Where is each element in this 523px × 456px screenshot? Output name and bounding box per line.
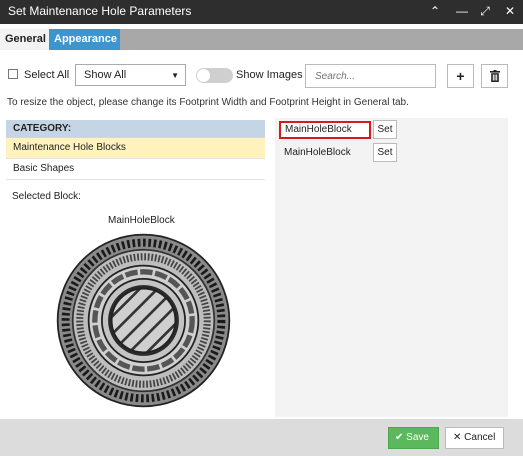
caret-down-icon: ▼ bbox=[171, 71, 179, 80]
category-item-basic-shapes[interactable]: Basic Shapes bbox=[6, 159, 265, 180]
show-filter-value: Show All bbox=[84, 69, 127, 81]
select-all-label: Select All bbox=[24, 69, 70, 81]
category-item-maintenance-hole-blocks[interactable]: Maintenance Hole Blocks bbox=[6, 138, 265, 159]
select-all-checkbox[interactable] bbox=[8, 69, 18, 79]
dialog-footer: ✔ Save ✕ Cancel bbox=[0, 419, 523, 456]
cancel-button[interactable]: ✕ Cancel bbox=[445, 427, 504, 449]
category-panel: CATEGORY: Maintenance Hole Blocks Basic … bbox=[6, 120, 265, 180]
toolbar: Select All Show All ▼ Show Images + bbox=[0, 62, 523, 92]
close-icon[interactable]: ✕ bbox=[503, 4, 517, 18]
set-block-button[interactable]: Set bbox=[373, 143, 397, 162]
minimize-icon[interactable]: — bbox=[455, 4, 469, 18]
tab-strip: General Appearance bbox=[0, 29, 523, 50]
manhole-cover-preview bbox=[56, 233, 231, 408]
block-list-panel: MainHoleBlock Set MainHoleBlock Set bbox=[275, 118, 508, 417]
chevron-up-icon[interactable]: ⌃ bbox=[428, 4, 442, 18]
check-icon: ✔ bbox=[395, 432, 404, 443]
selected-block-name: MainHoleBlock bbox=[108, 215, 175, 226]
add-button[interactable]: + bbox=[447, 64, 474, 88]
close-icon: ✕ bbox=[453, 432, 462, 443]
save-label: Save bbox=[406, 432, 429, 443]
cancel-label: Cancel bbox=[464, 432, 496, 443]
save-button[interactable]: ✔ Save bbox=[388, 427, 439, 449]
plus-icon: + bbox=[456, 68, 465, 84]
search-input[interactable] bbox=[305, 64, 436, 88]
selected-block-label: Selected Block: bbox=[12, 191, 81, 202]
tab-general[interactable]: General bbox=[0, 29, 49, 50]
block-item-name[interactable]: MainHoleBlock bbox=[279, 145, 351, 163]
resize-hint: To resize the object, please change its … bbox=[7, 97, 409, 108]
category-header: CATEGORY: bbox=[6, 120, 265, 138]
toggle-knob bbox=[197, 69, 210, 82]
trash-icon bbox=[489, 70, 500, 82]
block-item-name[interactable]: MainHoleBlock bbox=[279, 121, 371, 139]
tab-appearance[interactable]: Appearance bbox=[49, 29, 120, 50]
delete-button[interactable] bbox=[481, 64, 508, 88]
show-images-toggle[interactable] bbox=[196, 68, 233, 83]
set-block-button[interactable]: Set bbox=[373, 120, 397, 139]
window-title: Set Maintenance Hole Parameters bbox=[8, 4, 192, 18]
maximize-icon[interactable]: ⤢ bbox=[478, 4, 492, 18]
show-images-label: Show Images bbox=[236, 69, 303, 81]
show-filter-select[interactable]: Show All ▼ bbox=[75, 64, 186, 86]
title-bar: Set Maintenance Hole Parameters ⌃ — ⤢ ✕ bbox=[0, 0, 523, 24]
